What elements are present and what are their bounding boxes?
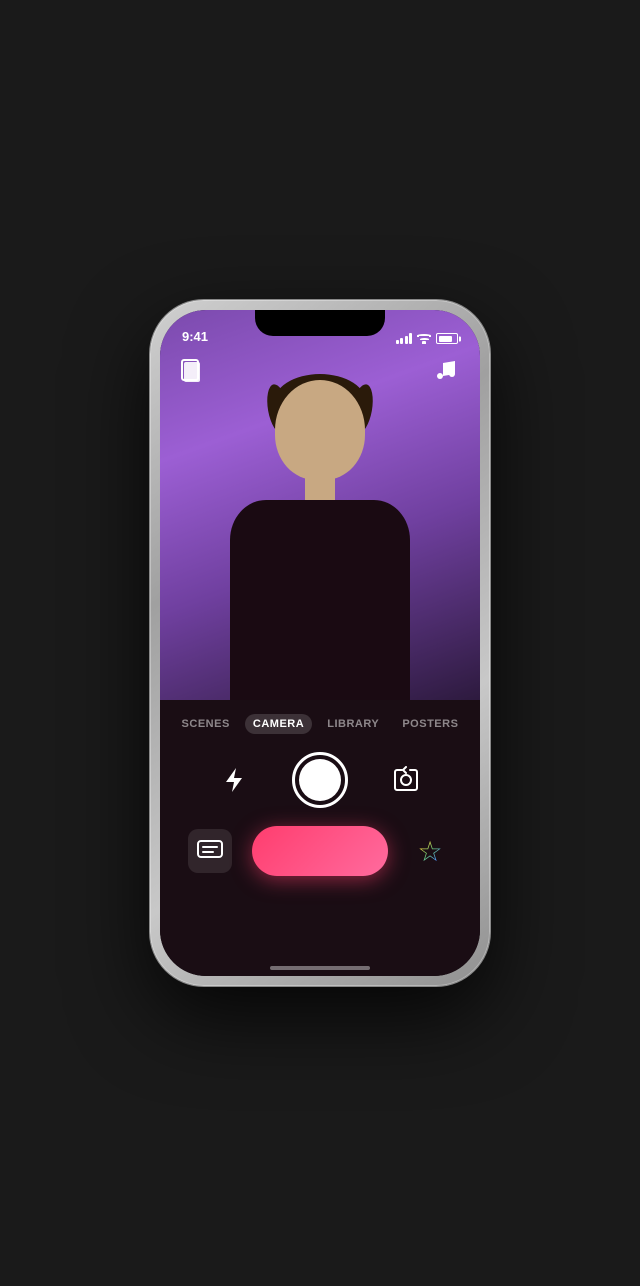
status-time: 9:41	[182, 329, 208, 346]
music-button[interactable]	[430, 354, 462, 386]
battery-icon	[436, 333, 458, 344]
star-icon: ☆	[417, 835, 442, 868]
phone-screen: 9:41	[160, 310, 480, 976]
controls-area: SCENES CAMERA LIBRARY POSTERS	[160, 700, 480, 976]
person-body	[230, 500, 410, 700]
signal-icon	[396, 333, 413, 344]
camera-controls-row	[160, 742, 480, 818]
capture-button-inner	[299, 759, 341, 801]
favorites-button[interactable]: ☆	[408, 829, 452, 873]
person-subject	[210, 360, 430, 700]
flip-camera-button[interactable]	[388, 762, 424, 798]
capture-button[interactable]	[292, 752, 348, 808]
person-face	[275, 380, 365, 480]
flash-button[interactable]	[216, 762, 252, 798]
record-button[interactable]	[252, 826, 388, 876]
sticker-button[interactable]	[178, 354, 210, 386]
tab-library[interactable]: LIBRARY	[319, 714, 387, 734]
wifi-icon	[417, 334, 431, 344]
person-neck	[305, 470, 335, 500]
top-toolbar	[160, 354, 480, 386]
action-row: ☆	[160, 818, 480, 884]
tab-scenes[interactable]: SCENES	[174, 714, 238, 734]
phone-frame: 9:41	[150, 300, 490, 986]
message-button[interactable]	[188, 829, 232, 873]
notch	[255, 310, 385, 336]
tab-posters[interactable]: POSTERS	[394, 714, 466, 734]
tab-bar: SCENES CAMERA LIBRARY POSTERS	[160, 700, 480, 742]
tab-camera[interactable]: CAMERA	[245, 714, 312, 734]
home-indicator	[270, 966, 370, 970]
status-icons	[396, 333, 459, 346]
